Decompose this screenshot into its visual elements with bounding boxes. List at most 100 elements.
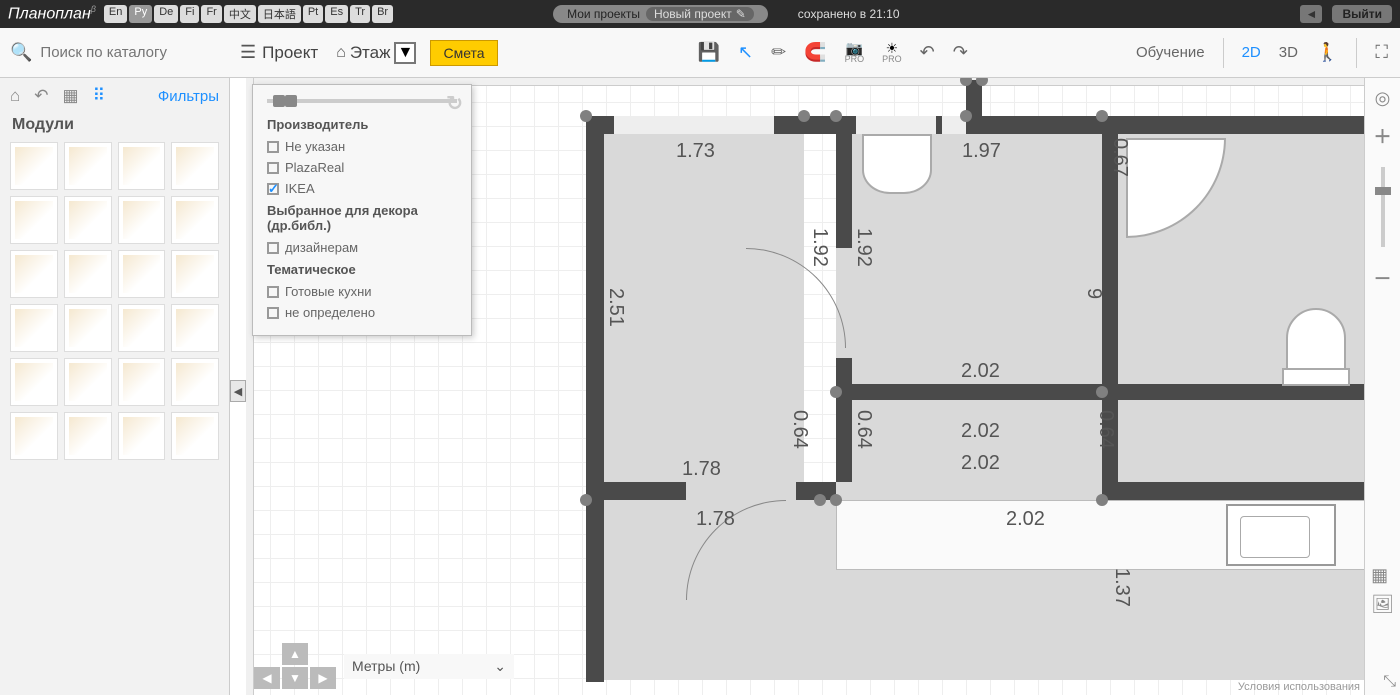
lang-en[interactable]: En (104, 5, 127, 23)
refresh-icon[interactable]: ↻ (446, 91, 463, 116)
catalog-search[interactable]: 🔍 (0, 42, 230, 63)
filter-checkbox-item[interactable]: PlazaReal (253, 157, 471, 178)
module-thumbnail[interactable] (171, 250, 219, 298)
module-thumbnail[interactable] (10, 142, 58, 190)
sidebar-collapse-handle[interactable]: ◀ (230, 380, 246, 402)
view-3d-tab[interactable]: 3D (1279, 44, 1298, 61)
filter-checkbox-item[interactable]: Не указан (253, 136, 471, 157)
checkbox-icon[interactable] (267, 286, 279, 298)
exit-button[interactable]: Выйти (1332, 5, 1392, 23)
window-opening[interactable] (856, 116, 936, 134)
module-thumbnail[interactable] (10, 412, 58, 460)
filter-checkbox-item[interactable]: Готовые кухни (253, 281, 471, 302)
filter-checkbox-item[interactable]: дизайнерам (253, 237, 471, 258)
wall-node[interactable] (580, 110, 592, 122)
module-thumbnail[interactable] (64, 250, 112, 298)
sink-fixture[interactable] (862, 134, 932, 194)
back-nav-icon[interactable]: ↶ (34, 86, 48, 106)
lang-fi[interactable]: Fi (180, 5, 199, 23)
module-thumbnail[interactable] (171, 304, 219, 352)
wall[interactable] (586, 116, 602, 500)
module-thumbnail[interactable] (64, 196, 112, 244)
wall-tool[interactable]: ✏ (771, 42, 786, 63)
wall-node[interactable] (580, 494, 592, 506)
kitchen-sink[interactable] (1226, 504, 1336, 566)
grid-small-icon[interactable]: ⠿ (93, 86, 105, 106)
wall-node[interactable] (1096, 110, 1108, 122)
units-dropdown[interactable]: Метры (m)⌄ (344, 654, 514, 679)
module-thumbnail[interactable] (118, 142, 166, 190)
wall-node[interactable] (830, 386, 842, 398)
zoom-in-button[interactable]: ＋ (1374, 123, 1392, 149)
floor-menu[interactable]: Этаж (350, 43, 391, 63)
wall-node[interactable] (830, 110, 842, 122)
module-thumbnail[interactable] (64, 304, 112, 352)
filter-checkbox-item[interactable]: не определено (253, 302, 471, 323)
module-thumbnail[interactable] (118, 196, 166, 244)
module-thumbnail[interactable] (118, 250, 166, 298)
home-nav-icon[interactable]: ⌂ (10, 86, 20, 106)
wall-node[interactable] (1096, 386, 1108, 398)
target-icon[interactable]: ◎ (1375, 88, 1391, 109)
module-thumbnail[interactable] (10, 358, 58, 406)
checkbox-icon[interactable] (267, 307, 279, 319)
lang-pt[interactable]: Pt (303, 5, 323, 23)
share-button[interactable]: ◄ (1300, 5, 1322, 23)
fullscreen-button[interactable]: ⛶ (1375, 42, 1388, 63)
wall-node[interactable] (814, 494, 826, 506)
undo-button[interactable]: ↶ (920, 42, 935, 63)
module-thumbnail[interactable] (171, 358, 219, 406)
save-icon[interactable]: 💾 (698, 42, 720, 63)
wall-node[interactable] (1096, 494, 1108, 506)
module-thumbnail[interactable] (10, 304, 58, 352)
project-menu[interactable]: Проект (262, 43, 318, 63)
module-thumbnail[interactable] (10, 196, 58, 244)
pointer-tool[interactable]: ↖ (738, 42, 753, 63)
lang-中文[interactable]: 中文 (224, 5, 256, 23)
checkbox-icon[interactable] (267, 242, 279, 254)
filter-slider[interactable] (253, 93, 471, 113)
checkbox-icon[interactable] (267, 162, 279, 174)
room-5[interactable] (1118, 400, 1364, 482)
module-thumbnail[interactable] (64, 142, 112, 190)
module-thumbnail[interactable] (118, 358, 166, 406)
project-breadcrumb[interactable]: Мои проекты Новый проект ✎ (553, 5, 768, 23)
search-input[interactable] (40, 44, 239, 61)
module-thumbnail[interactable] (171, 142, 219, 190)
grid-options-icon[interactable]: ▦ (1371, 565, 1394, 586)
terms-link[interactable]: Условия использования (1238, 681, 1360, 693)
floor-dropdown[interactable]: ▼ (394, 42, 416, 64)
checkbox-icon[interactable] (267, 141, 279, 153)
pan-up-button[interactable]: ▲ (282, 643, 308, 665)
view-2d-tab[interactable]: 2D (1242, 44, 1261, 61)
my-projects-link[interactable]: Мои проекты (567, 7, 640, 21)
edit-icon[interactable]: ✎ (736, 7, 746, 21)
opening[interactable] (836, 482, 1102, 500)
lang-ру[interactable]: Ру (129, 5, 152, 23)
lang-es[interactable]: Es (325, 5, 348, 23)
light-pro-tool[interactable]: ☀PRO (882, 41, 902, 64)
redo-button[interactable]: ↷ (953, 42, 968, 63)
snap-tool[interactable]: 🧲 (804, 42, 826, 63)
wall[interactable] (586, 482, 604, 682)
lang-fr[interactable]: Fr (201, 5, 221, 23)
pan-left-button[interactable]: ◀ (254, 667, 280, 689)
wall-node[interactable] (960, 110, 972, 122)
image-options-icon[interactable]: 🖼 (1371, 594, 1394, 615)
pan-right-button[interactable]: ▶ (310, 667, 336, 689)
pan-down-button[interactable]: ▼ (282, 667, 308, 689)
module-thumbnail[interactable] (118, 304, 166, 352)
wall-node[interactable] (798, 110, 810, 122)
module-thumbnail[interactable] (118, 412, 166, 460)
module-thumbnail[interactable] (171, 196, 219, 244)
window-opening[interactable] (614, 116, 774, 134)
module-thumbnail[interactable] (10, 250, 58, 298)
module-thumbnail[interactable] (64, 412, 112, 460)
lang-tr[interactable]: Tr (350, 5, 370, 23)
toilet-tank[interactable] (1282, 368, 1350, 386)
module-thumbnail[interactable] (171, 412, 219, 460)
camera-pro-tool[interactable]: 📷PRO (845, 41, 865, 64)
resize-handle-icon[interactable]: ⤡ (1383, 673, 1396, 691)
filters-toggle[interactable]: Фильтры (158, 88, 219, 105)
checkbox-icon[interactable] (267, 183, 279, 195)
